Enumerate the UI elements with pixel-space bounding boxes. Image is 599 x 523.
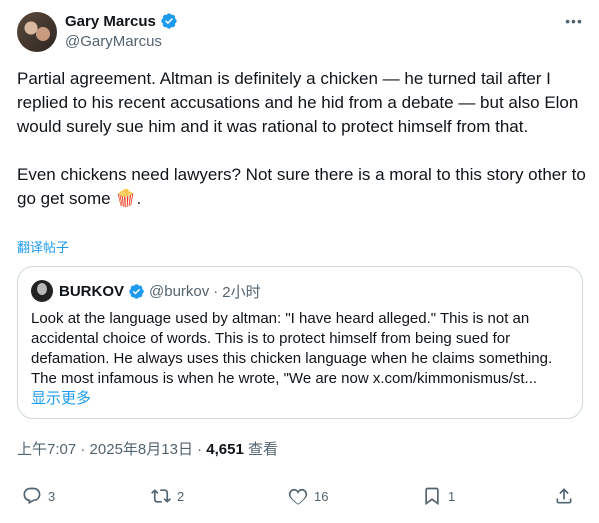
quote-author-name[interactable]: BURKOV	[59, 283, 124, 300]
quote-text: Look at the language used by altman: "I …	[31, 310, 553, 387]
quoted-tweet[interactable]: BURKOV @burkov · 2小时 Look at the languag…	[17, 266, 583, 419]
author-name-row: Gary Marcus	[65, 12, 178, 30]
bookmark-icon	[425, 487, 439, 506]
quote-avatar[interactable]	[31, 280, 53, 302]
views-count: 4,651	[206, 441, 244, 458]
timestamp-separator: ·	[197, 441, 203, 458]
translate-link[interactable]: 翻译帖子	[17, 237, 69, 256]
bookmark-button[interactable]: 1	[422, 486, 455, 506]
quote-header: BURKOV @burkov · 2小时	[59, 281, 261, 302]
verified-badge-icon	[161, 13, 177, 29]
tweet-time[interactable]: 上午7:07	[17, 441, 76, 458]
quote-author-handle: @burkov	[149, 283, 210, 300]
more-icon[interactable]: •••	[563, 10, 585, 32]
reply-count: 3	[48, 488, 56, 504]
reply-button[interactable]: 3	[22, 486, 55, 506]
quote-separator: ·	[213, 283, 219, 300]
tweet-text: Partial agreement. Altman is definitely …	[17, 69, 586, 208]
repost-icon	[151, 489, 171, 503]
share-button[interactable]	[554, 486, 574, 506]
reply-icon	[23, 487, 41, 505]
tweet-timestamp: 上午7:07 · 2025年8月13日 · 4,651 查看	[17, 438, 278, 459]
repost-button[interactable]: 2	[151, 486, 184, 506]
views-label: 查看	[248, 441, 279, 458]
like-button[interactable]: 16	[288, 486, 328, 506]
author-name[interactable]: Gary Marcus	[65, 13, 156, 30]
verified-badge-icon	[129, 284, 144, 299]
bookmark-count: 1	[448, 488, 456, 504]
show-more-link[interactable]: 显示更多	[31, 387, 91, 408]
tweet-date[interactable]: 2025年8月13日	[90, 441, 193, 458]
repost-count: 2	[177, 488, 185, 504]
like-icon	[288, 488, 308, 505]
share-icon	[556, 488, 572, 504]
timestamp-separator: ·	[80, 441, 86, 458]
author-handle[interactable]: @GaryMarcus	[65, 33, 162, 50]
action-bar: 3 2 16 1	[17, 486, 583, 510]
quote-time[interactable]: 2小时	[222, 281, 260, 302]
like-count: 16	[314, 488, 329, 504]
author-avatar[interactable]	[17, 12, 57, 52]
